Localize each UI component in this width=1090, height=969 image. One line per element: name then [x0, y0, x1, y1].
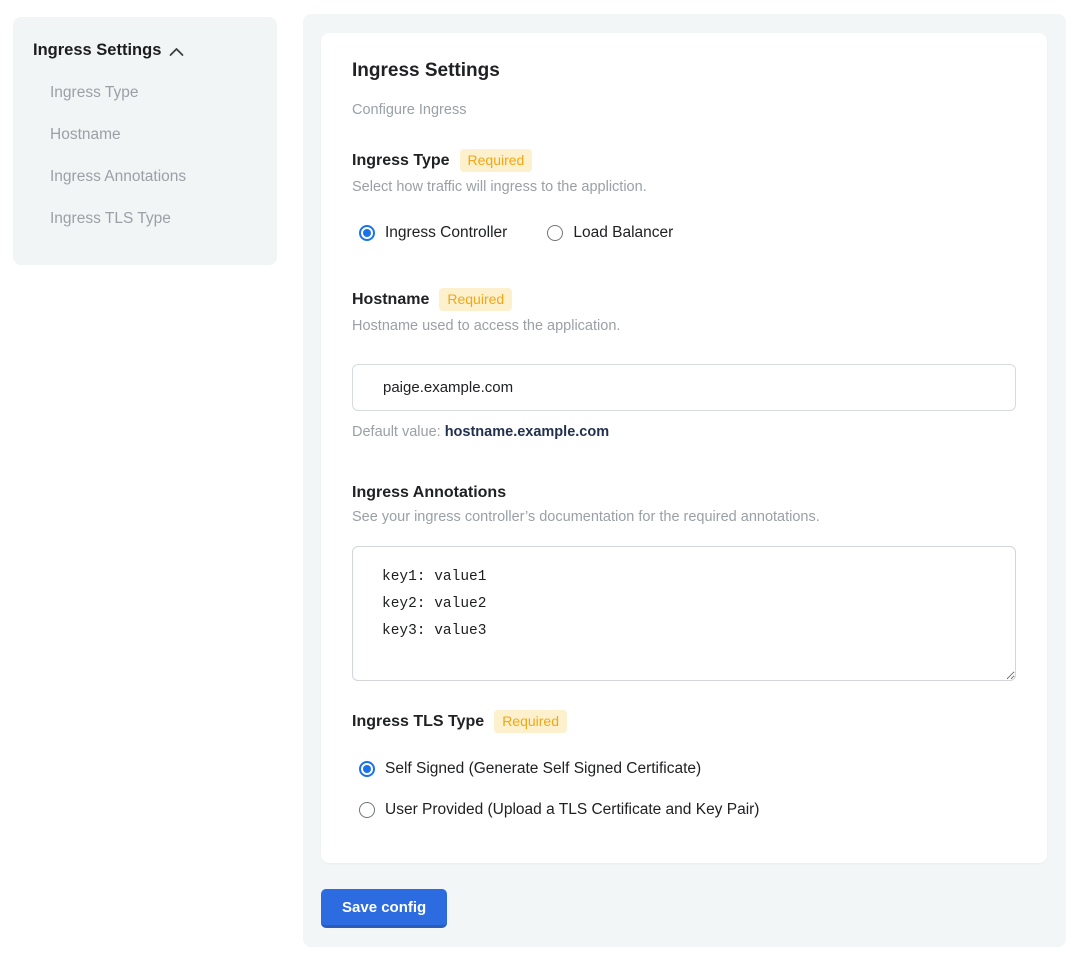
- sidebar-section-toggle[interactable]: Ingress Settings: [33, 41, 257, 60]
- sidebar-item-ingress-tls-type[interactable]: Ingress TLS Type: [33, 209, 257, 228]
- radio-user-provided[interactable]: User Provided (Upload a TLS Certificate …: [359, 801, 1016, 819]
- page-title: Ingress Settings: [352, 60, 1016, 82]
- tls-type-radio-group: Self Signed (Generate Self Signed Certif…: [359, 760, 1016, 819]
- radio-selected-icon: [359, 761, 375, 777]
- ingress-annotations-description: See your ingress controller’s documentat…: [352, 509, 1016, 525]
- radio-load-balancer[interactable]: Load Balancer: [547, 224, 673, 242]
- hostname-section: Hostname Required Hostname used to acces…: [352, 288, 1016, 440]
- hostname-description: Hostname used to access the application.: [352, 318, 1016, 334]
- settings-main-panel: Ingress Settings Configure Ingress Ingre…: [303, 14, 1066, 947]
- sidebar-section-title: Ingress Settings: [33, 41, 161, 60]
- ingress-type-description: Select how traffic will ingress to the a…: [352, 179, 1016, 195]
- save-config-button[interactable]: Save config: [321, 889, 447, 928]
- ingress-type-radio-group: Ingress Controller Load Balancer: [359, 224, 1016, 242]
- radio-self-signed[interactable]: Self Signed (Generate Self Signed Certif…: [359, 760, 1016, 778]
- default-value-text: hostname.example.com: [445, 424, 609, 440]
- ingress-annotations-textarea[interactable]: key1: value1 key2: value2 key3: value3: [352, 546, 1016, 681]
- sidebar-item-ingress-annotations[interactable]: Ingress Annotations: [33, 167, 257, 186]
- sidebar-item-hostname[interactable]: Hostname: [33, 125, 257, 144]
- chevron-up-icon: [169, 47, 184, 57]
- ingress-tls-type-section: Ingress TLS Type Required Self Signed (G…: [352, 710, 1016, 819]
- ingress-settings-sidebar: Ingress Settings Ingress Type Hostname I…: [13, 17, 277, 265]
- radio-unselected-icon: [547, 225, 563, 241]
- required-badge: Required: [460, 149, 533, 172]
- default-value-label: Default value:: [352, 424, 441, 440]
- radio-selected-icon: [359, 225, 375, 241]
- required-badge: Required: [439, 288, 512, 311]
- ingress-annotations-section: Ingress Annotations See your ingress con…: [352, 484, 1016, 681]
- ingress-type-label: Ingress Type: [352, 152, 450, 170]
- hostname-input[interactable]: [352, 364, 1016, 411]
- hostname-default-line: Default value: hostname.example.com: [352, 424, 1016, 440]
- ingress-annotations-label: Ingress Annotations: [352, 484, 506, 502]
- hostname-label: Hostname: [352, 291, 429, 309]
- sidebar-item-ingress-type[interactable]: Ingress Type: [33, 83, 257, 102]
- radio-unselected-icon: [359, 802, 375, 818]
- ingress-settings-card: Ingress Settings Configure Ingress Ingre…: [321, 33, 1047, 863]
- radio-ingress-controller[interactable]: Ingress Controller: [359, 224, 507, 242]
- ingress-type-section: Ingress Type Required Select how traffic…: [352, 149, 1016, 242]
- page-subtitle: Configure Ingress: [352, 102, 1016, 118]
- required-badge: Required: [494, 710, 567, 733]
- ingress-tls-type-label: Ingress TLS Type: [352, 713, 484, 731]
